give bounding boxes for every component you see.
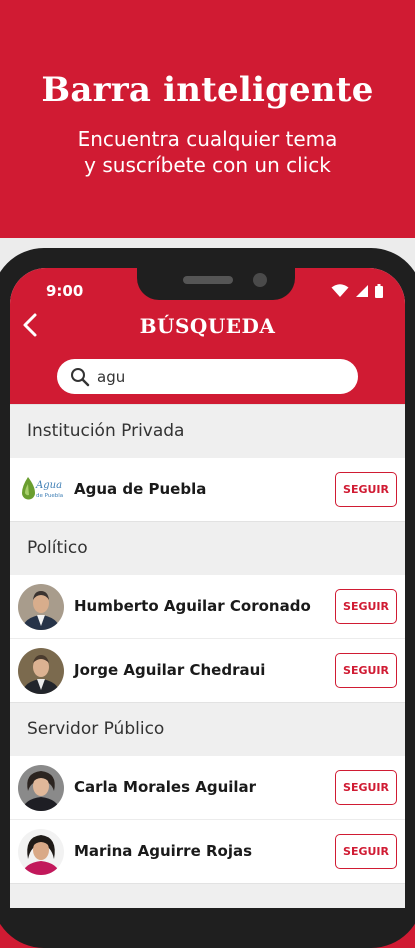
list-item[interactable]: Agua de Puebla Agua de Puebla SEGUIR (10, 458, 405, 521)
result-name: Humberto Aguilar Coronado (74, 597, 311, 615)
avatar (18, 765, 64, 811)
follow-button[interactable]: SEGUIR (335, 770, 397, 805)
result-name: Jorge Aguilar Chedraui (74, 661, 266, 679)
promo-subtitle: Encuentra cualquier tema y suscríbete co… (0, 126, 415, 178)
agua-de-puebla-logo: Agua de Puebla (22, 477, 63, 500)
result-name: Carla Morales Aguilar (74, 778, 257, 796)
list-item[interactable]: Marina Aguirre Rojas SEGUIR (10, 819, 405, 883)
status-icons (331, 284, 383, 298)
category-header-institucion-privada: Institución Privada (10, 404, 405, 458)
category-header-servidor-publico: Servidor Público (10, 702, 405, 756)
speaker-grille (183, 276, 233, 284)
battery-icon (375, 284, 383, 298)
avatar (18, 584, 64, 630)
signal-icon (356, 285, 368, 297)
page-title: BÚSQUEDA (139, 314, 276, 338)
avatar (18, 829, 64, 875)
logo-text: Agua (35, 480, 62, 491)
list-item[interactable]: Humberto Aguilar Coronado SEGUIR (10, 575, 405, 638)
search-input[interactable] (97, 359, 347, 394)
category-header-politico: Político (10, 521, 405, 575)
phone-notch (137, 268, 295, 300)
result-name: Agua de Puebla (74, 480, 207, 498)
promo-subtitle-line-2: y suscríbete con un click (84, 153, 331, 177)
logo-subtext: de Puebla (36, 493, 63, 499)
follow-button[interactable]: SEGUIR (335, 653, 397, 688)
list-item[interactable]: Carla Morales Aguilar SEGUIR (10, 756, 405, 819)
list-item[interactable]: Jorge Aguilar Chedraui SEGUIR (10, 638, 405, 702)
front-camera (253, 273, 267, 287)
follow-button[interactable]: SEGUIR (335, 589, 397, 624)
phone-screen: 9:00 BÚSQUEDA Institución Privada Agua d… (10, 268, 405, 908)
avatar (18, 648, 64, 694)
wifi-icon (331, 284, 349, 297)
results-list: Institución Privada Agua de Puebla Agua … (10, 404, 405, 908)
follow-button[interactable]: SEGUIR (335, 834, 397, 869)
search-bar[interactable] (57, 359, 358, 394)
search-icon (71, 368, 90, 387)
category-header-empty (10, 883, 405, 908)
app-bar: 9:00 BÚSQUEDA (10, 268, 405, 404)
promo-title: Barra inteligente (41, 70, 374, 110)
promo-subtitle-line-1: Encuentra cualquier tema (77, 127, 338, 151)
follow-button[interactable]: SEGUIR (335, 472, 397, 507)
status-time: 9:00 (46, 282, 84, 300)
result-name: Marina Aguirre Rojas (74, 842, 253, 860)
